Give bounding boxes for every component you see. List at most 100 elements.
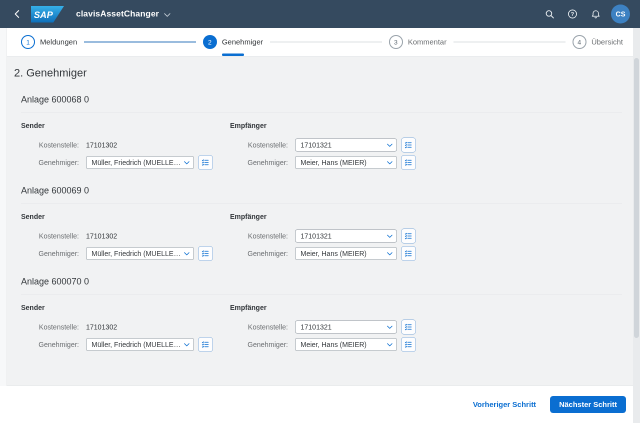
chevron-down-icon: [387, 234, 393, 238]
chevron-left-icon: [13, 10, 22, 19]
step-label: Kommentar: [408, 38, 447, 47]
chevron-down-icon: [164, 13, 171, 17]
genehmiger-row: Genehmiger: Müller, Friedrich (MUELLE…: [21, 337, 230, 352]
value-help-icon: [405, 232, 413, 240]
wizard-step-genehmiger[interactable]: 2 Genehmiger: [203, 28, 263, 56]
value-help-button[interactable]: [401, 246, 416, 261]
value-help-icon: [405, 341, 413, 349]
section-title: Anlage 600070 0: [21, 277, 622, 288]
scrollbar-thumb[interactable]: [634, 58, 639, 338]
kostenstelle-value: 17101302: [86, 141, 117, 149]
empfaenger-genehmiger-select[interactable]: Meier, Hans (MEIER): [295, 247, 397, 260]
anlage-section-600069: Anlage 600069 0 Sender Kostenstelle: 171…: [14, 186, 622, 264]
value-help-button[interactable]: [198, 246, 213, 261]
empfaenger-kostenstelle-select[interactable]: 17101321: [295, 230, 397, 243]
section-divider: [21, 203, 622, 204]
genehmiger-row: Genehmiger: Müller, Friedrich (MUELLE…: [21, 155, 230, 170]
value-help-button[interactable]: [401, 138, 416, 153]
back-button[interactable]: [10, 7, 25, 22]
sender-group: Sender Kostenstelle: 17101302 Genehmiger…: [21, 213, 230, 264]
wizard-step-kommentar[interactable]: 3 Kommentar: [389, 28, 447, 56]
vertical-scrollbar[interactable]: [633, 28, 640, 423]
notifications-button[interactable]: [587, 6, 604, 23]
sender-genehmiger-select[interactable]: Müller, Friedrich (MUELLE…: [86, 338, 194, 351]
sender-group: Sender Kostenstelle: 17101302 Genehmiger…: [21, 122, 230, 173]
wizard-step-uebersicht[interactable]: 4 Übersicht: [572, 28, 623, 56]
group-label-sender: Sender: [21, 213, 230, 221]
sap-logo: SAP: [31, 6, 64, 23]
kostenstelle-row: Kostenstelle: 17101302: [21, 138, 230, 153]
step-number-badge: 4: [572, 35, 586, 49]
value-help-button[interactable]: [401, 320, 416, 335]
shell-actions: ? CS: [535, 5, 630, 24]
sender-genehmiger-select[interactable]: Müller, Friedrich (MUELLE…: [86, 156, 194, 169]
footer-bar: Vorheriger Schritt Nächster Schritt: [0, 386, 640, 423]
select-value: Meier, Hans (MEIER): [301, 159, 385, 167]
step-number-badge: 2: [203, 35, 217, 49]
value-help-icon: [405, 250, 413, 258]
chevron-down-icon: [387, 343, 393, 347]
svg-text:SAP: SAP: [34, 10, 54, 20]
app-title: clavisAssetChanger: [76, 9, 159, 19]
search-button[interactable]: [541, 6, 558, 23]
genehmiger-row: Genehmiger: Meier, Hans (MEIER): [230, 246, 416, 261]
select-value: Müller, Friedrich (MUELLE…: [92, 250, 182, 258]
svg-text:?: ?: [571, 12, 575, 18]
kostenstelle-row: Kostenstelle: 17101321: [230, 229, 416, 244]
wizard-content: 2. Genehmiger Anlage 600068 0 Sender Kos…: [0, 57, 640, 386]
group-label-sender: Sender: [21, 304, 230, 312]
value-help-button[interactable]: [401, 155, 416, 170]
chevron-down-icon: [387, 252, 393, 256]
empfaenger-kostenstelle-select[interactable]: 17101321: [295, 321, 397, 334]
next-step-button[interactable]: Nächster Schritt: [550, 396, 626, 413]
genehmiger-label: Genehmiger:: [21, 250, 79, 258]
empfaenger-genehmiger-select[interactable]: Meier, Hans (MEIER): [295, 156, 397, 169]
chevron-down-icon: [387, 325, 393, 329]
kostenstelle-value: 17101302: [86, 232, 117, 240]
kostenstelle-row: Kostenstelle: 17101302: [21, 320, 230, 335]
value-help-button[interactable]: [401, 229, 416, 244]
select-value: 17101321: [301, 323, 385, 331]
step-label: Genehmiger: [222, 38, 263, 47]
value-help-button[interactable]: [198, 337, 213, 352]
value-help-button[interactable]: [198, 155, 213, 170]
step-number-badge: 1: [21, 35, 35, 49]
genehmiger-label: Genehmiger:: [21, 159, 79, 167]
shell-bar: SAP clavisAssetChanger ?: [0, 0, 640, 28]
group-label-empfaenger: Empfänger: [230, 122, 416, 130]
chevron-down-icon: [184, 252, 190, 256]
select-value: Meier, Hans (MEIER): [301, 250, 385, 258]
left-gutter: [0, 28, 7, 386]
user-avatar[interactable]: CS: [611, 5, 630, 24]
wizard-step-meldungen[interactable]: 1 Meldungen: [21, 28, 77, 56]
previous-step-button[interactable]: Vorheriger Schritt: [470, 400, 539, 410]
step-number-badge: 3: [389, 35, 403, 49]
section-title: Anlage 600069 0: [21, 186, 622, 197]
chevron-down-icon: [387, 161, 393, 165]
genehmiger-row: Genehmiger: Meier, Hans (MEIER): [230, 337, 416, 352]
avatar-initials: CS: [616, 10, 626, 18]
empfaenger-kostenstelle-select[interactable]: 17101321: [295, 139, 397, 152]
select-value: Meier, Hans (MEIER): [301, 341, 385, 349]
kostenstelle-label: Kostenstelle:: [230, 141, 288, 149]
help-button[interactable]: ?: [564, 6, 581, 23]
chevron-down-icon: [184, 343, 190, 347]
section-title: Anlage 600068 0: [21, 95, 622, 106]
step-connector: [270, 42, 382, 43]
empfaenger-genehmiger-select[interactable]: Meier, Hans (MEIER): [295, 338, 397, 351]
sender-genehmiger-select[interactable]: Müller, Friedrich (MUELLE…: [86, 247, 194, 260]
search-icon: [545, 9, 555, 19]
kostenstelle-row: Kostenstelle: 17101321: [230, 320, 416, 335]
value-help-icon: [405, 141, 413, 149]
step-connector: [84, 42, 196, 43]
value-help-button[interactable]: [401, 337, 416, 352]
kostenstelle-value: 17101302: [86, 323, 117, 331]
kostenstelle-label: Kostenstelle:: [21, 323, 79, 331]
anlage-section-600070: Anlage 600070 0 Sender Kostenstelle: 171…: [14, 277, 622, 355]
empfaenger-group: Empfänger Kostenstelle: 17101321: [230, 304, 416, 355]
value-help-icon: [405, 323, 413, 331]
step-label: Übersicht: [591, 38, 623, 47]
group-label-sender: Sender: [21, 122, 230, 130]
select-value: Müller, Friedrich (MUELLE…: [92, 159, 182, 167]
app-title-menu[interactable]: clavisAssetChanger: [76, 9, 171, 19]
